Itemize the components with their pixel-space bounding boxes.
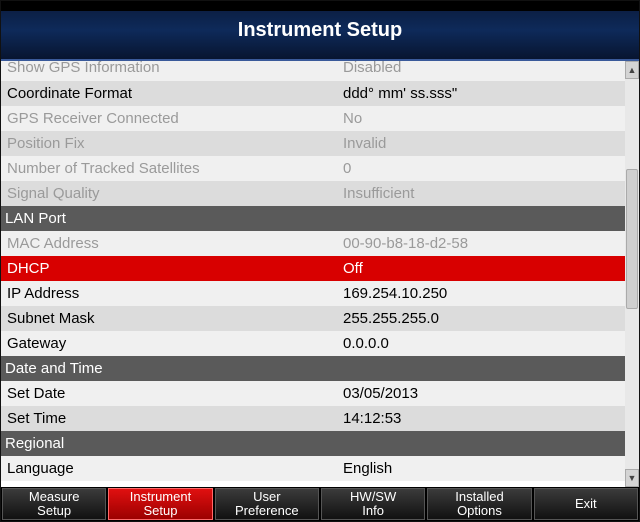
bottom-tabs: Measure SetupInstrument SetupUser Prefer… [1, 487, 639, 521]
setting-row: MAC Address00-90-b8-18-d2-58 [1, 231, 625, 256]
setting-value: ddd° mm' ss.sss" [339, 85, 625, 102]
setting-row[interactable]: Set Date03/05/2013 [1, 381, 625, 406]
title-bar: Instrument Setup [1, 1, 639, 61]
setting-label: MAC Address [1, 235, 339, 252]
setting-label: Position Fix [1, 135, 339, 152]
setting-value: 169.254.10.250 [339, 285, 625, 302]
scroll-thumb[interactable] [626, 169, 638, 309]
scroll-down-icon[interactable]: ▼ [625, 469, 639, 487]
setting-value: 0.0.0.0 [339, 335, 625, 352]
tab-button[interactable]: Installed Options [427, 488, 531, 520]
setting-value: Insufficient [339, 185, 625, 202]
tab-button[interactable]: Measure Setup [2, 488, 106, 520]
setting-label: Language [1, 460, 339, 477]
setting-label: GPS Receiver Connected [1, 110, 339, 127]
setting-value: 14:12:53 [339, 410, 625, 427]
app-frame: Instrument Setup Show GPS InformationDis… [0, 0, 640, 522]
setting-row: Signal QualityInsufficient [1, 181, 625, 206]
setting-label: Subnet Mask [1, 310, 339, 327]
setting-row[interactable]: DHCPOff [1, 256, 625, 281]
setting-value: 00-90-b8-18-d2-58 [339, 235, 625, 252]
scroll-track[interactable] [625, 79, 639, 469]
setting-row[interactable]: Gateway0.0.0.0 [1, 331, 625, 356]
setting-row: Show GPS InformationDisabled [1, 61, 625, 81]
setting-value: Invalid [339, 135, 625, 152]
setting-value: 03/05/2013 [339, 385, 625, 402]
setting-value: Disabled [339, 61, 625, 76]
page-title: Instrument Setup [238, 19, 402, 42]
setting-label: Number of Tracked Satellites [1, 160, 339, 177]
setting-row[interactable]: Coordinate Formatddd° mm' ss.sss" [1, 81, 625, 106]
tab-button[interactable]: User Preference [215, 488, 319, 520]
tab-button[interactable]: Instrument Setup [108, 488, 212, 520]
content-wrap: Show GPS InformationDisabledCoordinate F… [1, 61, 639, 487]
tab-button[interactable]: HW/SW Info [321, 488, 425, 520]
setting-value: No [339, 110, 625, 127]
setting-label: Set Time [1, 410, 339, 427]
setting-value: 255.255.255.0 [339, 310, 625, 327]
setting-row: Number of Tracked Satellites0 [1, 156, 625, 181]
setting-label: DHCP [1, 260, 339, 277]
setting-label: IP Address [1, 285, 339, 302]
scroll-up-icon[interactable]: ▲ [625, 61, 639, 79]
section-header: LAN Port [1, 206, 625, 231]
setting-label: Gateway [1, 335, 339, 352]
setting-label: Set Date [1, 385, 339, 402]
section-header: Date and Time [1, 356, 625, 381]
setting-row[interactable]: IP Address169.254.10.250 [1, 281, 625, 306]
setting-label: Coordinate Format [1, 85, 339, 102]
setting-row[interactable]: Set Time14:12:53 [1, 406, 625, 431]
setting-row: GPS Receiver ConnectedNo [1, 106, 625, 131]
setting-row[interactable]: LanguageEnglish [1, 456, 625, 481]
scrollbar[interactable]: ▲ ▼ [625, 61, 639, 487]
setting-row[interactable]: Subnet Mask255.255.255.0 [1, 306, 625, 331]
setting-value: 0 [339, 160, 625, 177]
setting-value: English [339, 460, 625, 477]
tab-button[interactable]: Exit [534, 488, 638, 520]
setting-value: Off [339, 260, 625, 277]
setting-label: Signal Quality [1, 185, 339, 202]
section-header: Regional [1, 431, 625, 456]
setting-row: Position FixInvalid [1, 131, 625, 156]
settings-list: Show GPS InformationDisabledCoordinate F… [1, 61, 625, 487]
setting-label: Show GPS Information [1, 61, 339, 76]
